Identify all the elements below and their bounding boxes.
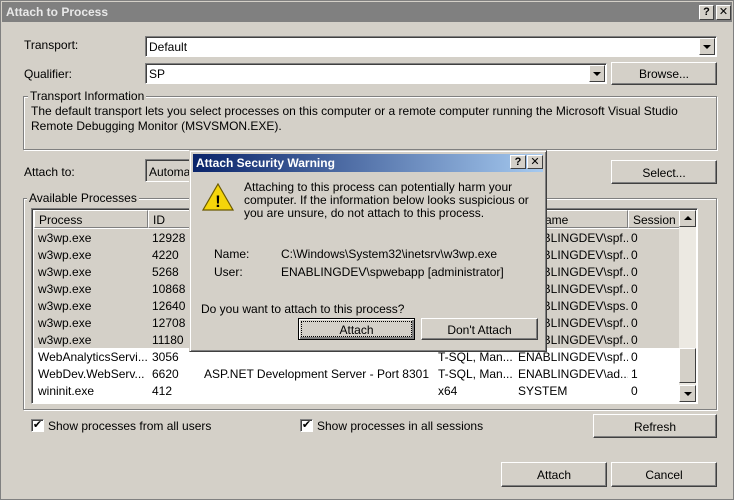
name-value: C:\Windows\System32\inetsrv\w3wp.exe [281,247,498,261]
transport-label: Transport: [24,38,79,52]
attach-question: Do you want to attach to this process? [201,302,405,316]
id-cell: 412 [152,384,173,398]
refresh-button[interactable]: Refresh [593,414,717,438]
attach-to-field: Automa [145,159,195,182]
warning-icon: ! [202,183,234,211]
session-cell: 0 [631,299,638,313]
session-cell: 0 [631,384,638,398]
id-cell: 6620 [152,367,179,381]
session-cell: 0 [631,265,638,279]
process-cell: wininit.exe [38,384,95,398]
dialog-attach-button[interactable]: Attach [298,318,415,340]
column-header-session[interactable]: Session [628,210,680,228]
title-cell: ASP.NET Development Server - Port 8301 [204,367,429,381]
show-all-sessions-checkbox[interactable]: ✔ [300,419,313,432]
scroll-up-icon[interactable] [679,210,696,227]
qualifier-label: Qualifier: [24,67,73,81]
session-cell: 0 [631,350,638,364]
user-cell: ENABLINGDEV\spf... [518,350,628,364]
show-all-users-label[interactable]: Show processes from all users [48,419,211,433]
warning-glyph: ! [215,192,221,211]
session-cell: 0 [631,282,638,296]
session-cell: 0 [631,231,638,245]
warning-message: Attaching to this process can potentiall… [244,180,529,220]
window-title: Attach to Process [6,5,109,19]
cancel-button[interactable]: Cancel [611,462,717,487]
attach-button[interactable]: Attach [501,462,607,487]
scroll-down-icon[interactable] [679,385,696,402]
transport-info-text: The default transport lets you select pr… [31,104,678,133]
type-cell: T-SQL, Man... [438,350,513,364]
process-cell: WebDev.WebServ... [38,367,145,381]
id-cell: 3056 [152,350,179,364]
column-header-process[interactable]: Process [34,210,148,228]
show-all-sessions-label[interactable]: Show processes in all sessions [317,419,483,433]
scrollbar-thumb[interactable] [679,348,696,383]
name-label: Name: [214,247,250,261]
table-row[interactable]: wininit.exe 412 x64 SYSTEM 0 [34,382,680,399]
show-all-users-checkbox[interactable]: ✔ [31,419,44,432]
dialog-help-button[interactable]: ? [510,155,526,169]
dialog-title: Attach Security Warning [196,156,335,170]
process-list-scrollbar[interactable] [679,210,696,402]
title-bar: Attach to Process ? ✕ [2,2,732,22]
transport-value: Default [149,40,188,54]
session-cell: 0 [631,248,638,262]
attach-to-label: Attach to: [24,165,75,179]
session-cell: 0 [631,316,638,330]
transport-dropdown[interactable]: Default [145,36,717,57]
chevron-down-icon[interactable] [699,38,715,55]
session-cell: 1 [631,367,638,381]
qualifier-value: SP [149,67,166,81]
process-cell: w3wp.exe [38,333,92,347]
process-cell: w3wp.exe [38,248,92,262]
browse-button[interactable]: Browse... [611,62,717,85]
select-button[interactable]: Select... [611,160,717,184]
chevron-down-icon[interactable] [589,65,605,82]
close-button[interactable]: ✕ [716,5,731,20]
process-cell: w3wp.exe [38,231,92,245]
process-cell: WebAnalyticsServi... [38,350,148,364]
qualifier-combobox[interactable]: SP [145,63,607,84]
attach-security-warning-dialog: Attach Security Warning ? ✕ ! Attaching … [189,150,547,352]
user-cell: ENABLINGDEV\ad... [518,367,628,381]
user-label: User: [214,265,243,279]
type-cell: x64 [438,384,458,398]
type-cell: T-SQL, Man... [438,367,513,381]
attach-to-value: Automa [149,165,191,179]
process-cell: w3wp.exe [38,299,92,313]
available-processes-title: Available Processes [27,191,139,205]
dont-attach-button[interactable]: Don't Attach [421,318,538,340]
transport-info-title: Transport Information [28,89,147,103]
user-value: ENABLINGDEV\spwebapp [administrator] [281,265,504,279]
user-cell: SYSTEM [518,384,568,398]
table-row[interactable]: WebDev.WebServ... 6620 ASP.NET Developme… [34,365,680,382]
session-cell: 0 [631,333,638,347]
dialog-close-button[interactable]: ✕ [527,155,543,169]
process-cell: w3wp.exe [38,316,92,330]
process-cell: w3wp.exe [38,282,92,296]
dialog-title-bar: Attach Security Warning ? ✕ [193,154,543,172]
process-cell: w3wp.exe [38,265,92,279]
help-button[interactable]: ? [699,5,714,20]
